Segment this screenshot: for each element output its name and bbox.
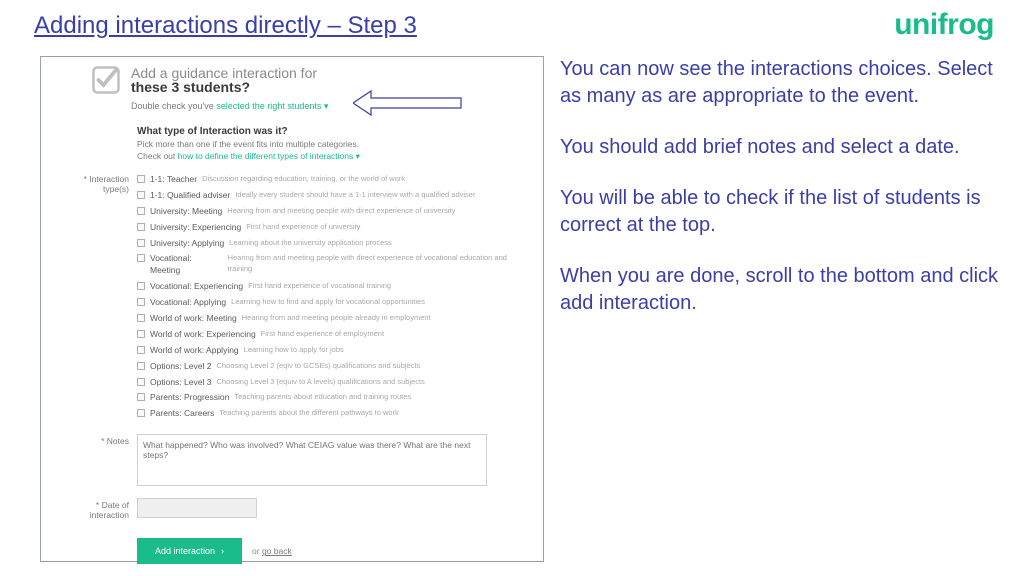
- interaction-option[interactable]: Vocational: Experiencing First hand exper…: [137, 279, 527, 295]
- instruction-p1: You can now see the interactions choices…: [560, 56, 1000, 110]
- option-name: University: Experiencing: [150, 222, 241, 234]
- checkbox-icon[interactable]: [137, 346, 145, 354]
- form-panel: Add a guidance interaction for these 3 s…: [40, 56, 544, 562]
- interaction-type-hint1: Pick more than one if the event fits int…: [137, 139, 527, 149]
- callout-arrow-icon: [353, 89, 463, 117]
- interaction-option[interactable]: 1-1: Qualified adviser Ideally every stud…: [137, 188, 527, 204]
- chevron-right-icon: ›: [221, 546, 224, 556]
- interaction-option[interactable]: Parents: Careers Teaching parents about t…: [137, 406, 527, 422]
- interaction-option[interactable]: World of work: Experiencing First hand ex…: [137, 327, 527, 343]
- option-desc: First hand experience of vocational trai…: [248, 281, 391, 292]
- option-name: World of work: Applying: [150, 345, 239, 357]
- interaction-type-hint2a: Check out: [137, 151, 178, 161]
- interaction-option[interactable]: University: Meeting Hearing from and meet…: [137, 204, 527, 220]
- option-desc: Discussion regarding education, training…: [202, 174, 405, 185]
- panel-header: Add a guidance interaction for these 3 s…: [57, 65, 527, 112]
- selected-students-link[interactable]: selected the right students ▾: [216, 101, 328, 111]
- or-text: or: [252, 546, 262, 556]
- checkbox-icon[interactable]: [137, 298, 145, 306]
- page-title: Adding interactions directly – Step 3: [34, 12, 417, 40]
- instruction-p3: You will be able to check if the list of…: [560, 185, 1000, 239]
- option-desc: Teaching parents about the different pat…: [219, 408, 399, 419]
- option-name: 1-1: Teacher: [150, 174, 197, 186]
- option-desc: Learning about the university applicatio…: [229, 238, 392, 249]
- interaction-option[interactable]: Options: Level 3 Choosing Level 3 (equiv …: [137, 375, 527, 391]
- option-desc: Ideally every student should have a 1-1 …: [235, 190, 475, 201]
- header-sub-text: Double check you've: [131, 101, 216, 111]
- option-name: World of work: Experiencing: [150, 329, 256, 341]
- interaction-option[interactable]: Options: Level 2 Choosing Level 2 (eqiv t…: [137, 359, 527, 375]
- checkbox-icon[interactable]: [137, 254, 145, 262]
- option-desc: Learning how to apply for jobs: [244, 345, 344, 356]
- option-name: Vocational: Applying: [150, 297, 226, 309]
- interaction-option[interactable]: University: Applying Learning about the u…: [137, 236, 527, 252]
- instruction-p2: You should add brief notes and select a …: [560, 134, 1000, 161]
- option-desc: Choosing Level 2 (eqiv to GCSEs) qualifi…: [216, 361, 420, 372]
- instruction-text: You can now see the interactions choices…: [560, 56, 1000, 341]
- checkbox-icon[interactable]: [137, 239, 145, 247]
- interaction-types-options: 1-1: Teacher Discussion regarding educati…: [137, 172, 527, 422]
- interaction-types-label: * Interaction type(s): [57, 172, 137, 422]
- checkbox-icon[interactable]: [137, 378, 145, 386]
- interaction-option[interactable]: University: Experiencing First hand exper…: [137, 220, 527, 236]
- interaction-option[interactable]: Vocational: Applying Learning how to find…: [137, 295, 527, 311]
- instruction-p4: When you are done, scroll to the bottom …: [560, 263, 1000, 317]
- option-name: World of work: Meeting: [150, 313, 237, 325]
- header-line2: these 3 students?: [131, 79, 527, 95]
- option-desc: Teaching parents about education and tra…: [234, 392, 411, 403]
- checkbox-icon[interactable]: [137, 362, 145, 370]
- notes-input[interactable]: [137, 434, 487, 486]
- option-name: University: Applying: [150, 238, 224, 250]
- interaction-option[interactable]: World of work: Applying Learning how to a…: [137, 343, 527, 359]
- date-label: * Date of interaction: [57, 498, 137, 520]
- option-name: Options: Level 3: [150, 377, 211, 389]
- option-desc: Choosing Level 3 (equiv to A levels) qua…: [216, 377, 424, 388]
- checkbox-icon[interactable]: [137, 409, 145, 417]
- option-name: Parents: Progression: [150, 392, 229, 404]
- option-name: Vocational: Meeting: [150, 253, 223, 277]
- checkbox-icon[interactable]: [137, 223, 145, 231]
- option-name: Vocational: Experiencing: [150, 281, 243, 293]
- option-name: 1-1: Qualified adviser: [150, 190, 230, 202]
- option-desc: First hand experience of university: [246, 222, 360, 233]
- go-back-link[interactable]: go back: [262, 546, 292, 556]
- option-name: University: Meeting: [150, 206, 222, 218]
- option-desc: Hearing from and meeting people already …: [242, 313, 431, 324]
- checkbox-tick-icon: [91, 65, 121, 95]
- option-desc: Hearing from and meeting people with dir…: [228, 253, 527, 274]
- interaction-option[interactable]: World of work: Meeting Hearing from and m…: [137, 311, 527, 327]
- option-desc: First hand experience of employment: [261, 329, 384, 340]
- checkbox-icon[interactable]: [137, 282, 145, 290]
- interaction-type-question: What type of Interaction was it?: [137, 126, 527, 137]
- interaction-option[interactable]: 1-1: Teacher Discussion regarding educati…: [137, 172, 527, 188]
- notes-label: * Notes: [57, 434, 137, 488]
- checkbox-icon[interactable]: [137, 207, 145, 215]
- checkbox-icon[interactable]: [137, 393, 145, 401]
- types-definition-link[interactable]: how to define the different types of int…: [178, 151, 360, 161]
- option-name: Parents: Careers: [150, 408, 214, 420]
- date-input[interactable]: [137, 498, 257, 518]
- interaction-option[interactable]: Vocational: MeetingHearing from and meet…: [137, 251, 527, 279]
- interaction-option[interactable]: Parents: Progression Teaching parents abo…: [137, 390, 527, 406]
- checkbox-icon[interactable]: [137, 191, 145, 199]
- add-interaction-button-label: Add interaction: [155, 546, 215, 556]
- add-interaction-button[interactable]: Add interaction ›: [137, 538, 242, 564]
- option-desc: Hearing from and meeting people with dir…: [227, 206, 455, 217]
- option-name: Options: Level 2: [150, 361, 211, 373]
- checkbox-icon[interactable]: [137, 314, 145, 322]
- checkbox-icon[interactable]: [137, 330, 145, 338]
- unifrog-logo: unifrog: [894, 8, 994, 42]
- checkbox-icon[interactable]: [137, 175, 145, 183]
- option-desc: Learning how to find and apply for vocat…: [231, 297, 425, 308]
